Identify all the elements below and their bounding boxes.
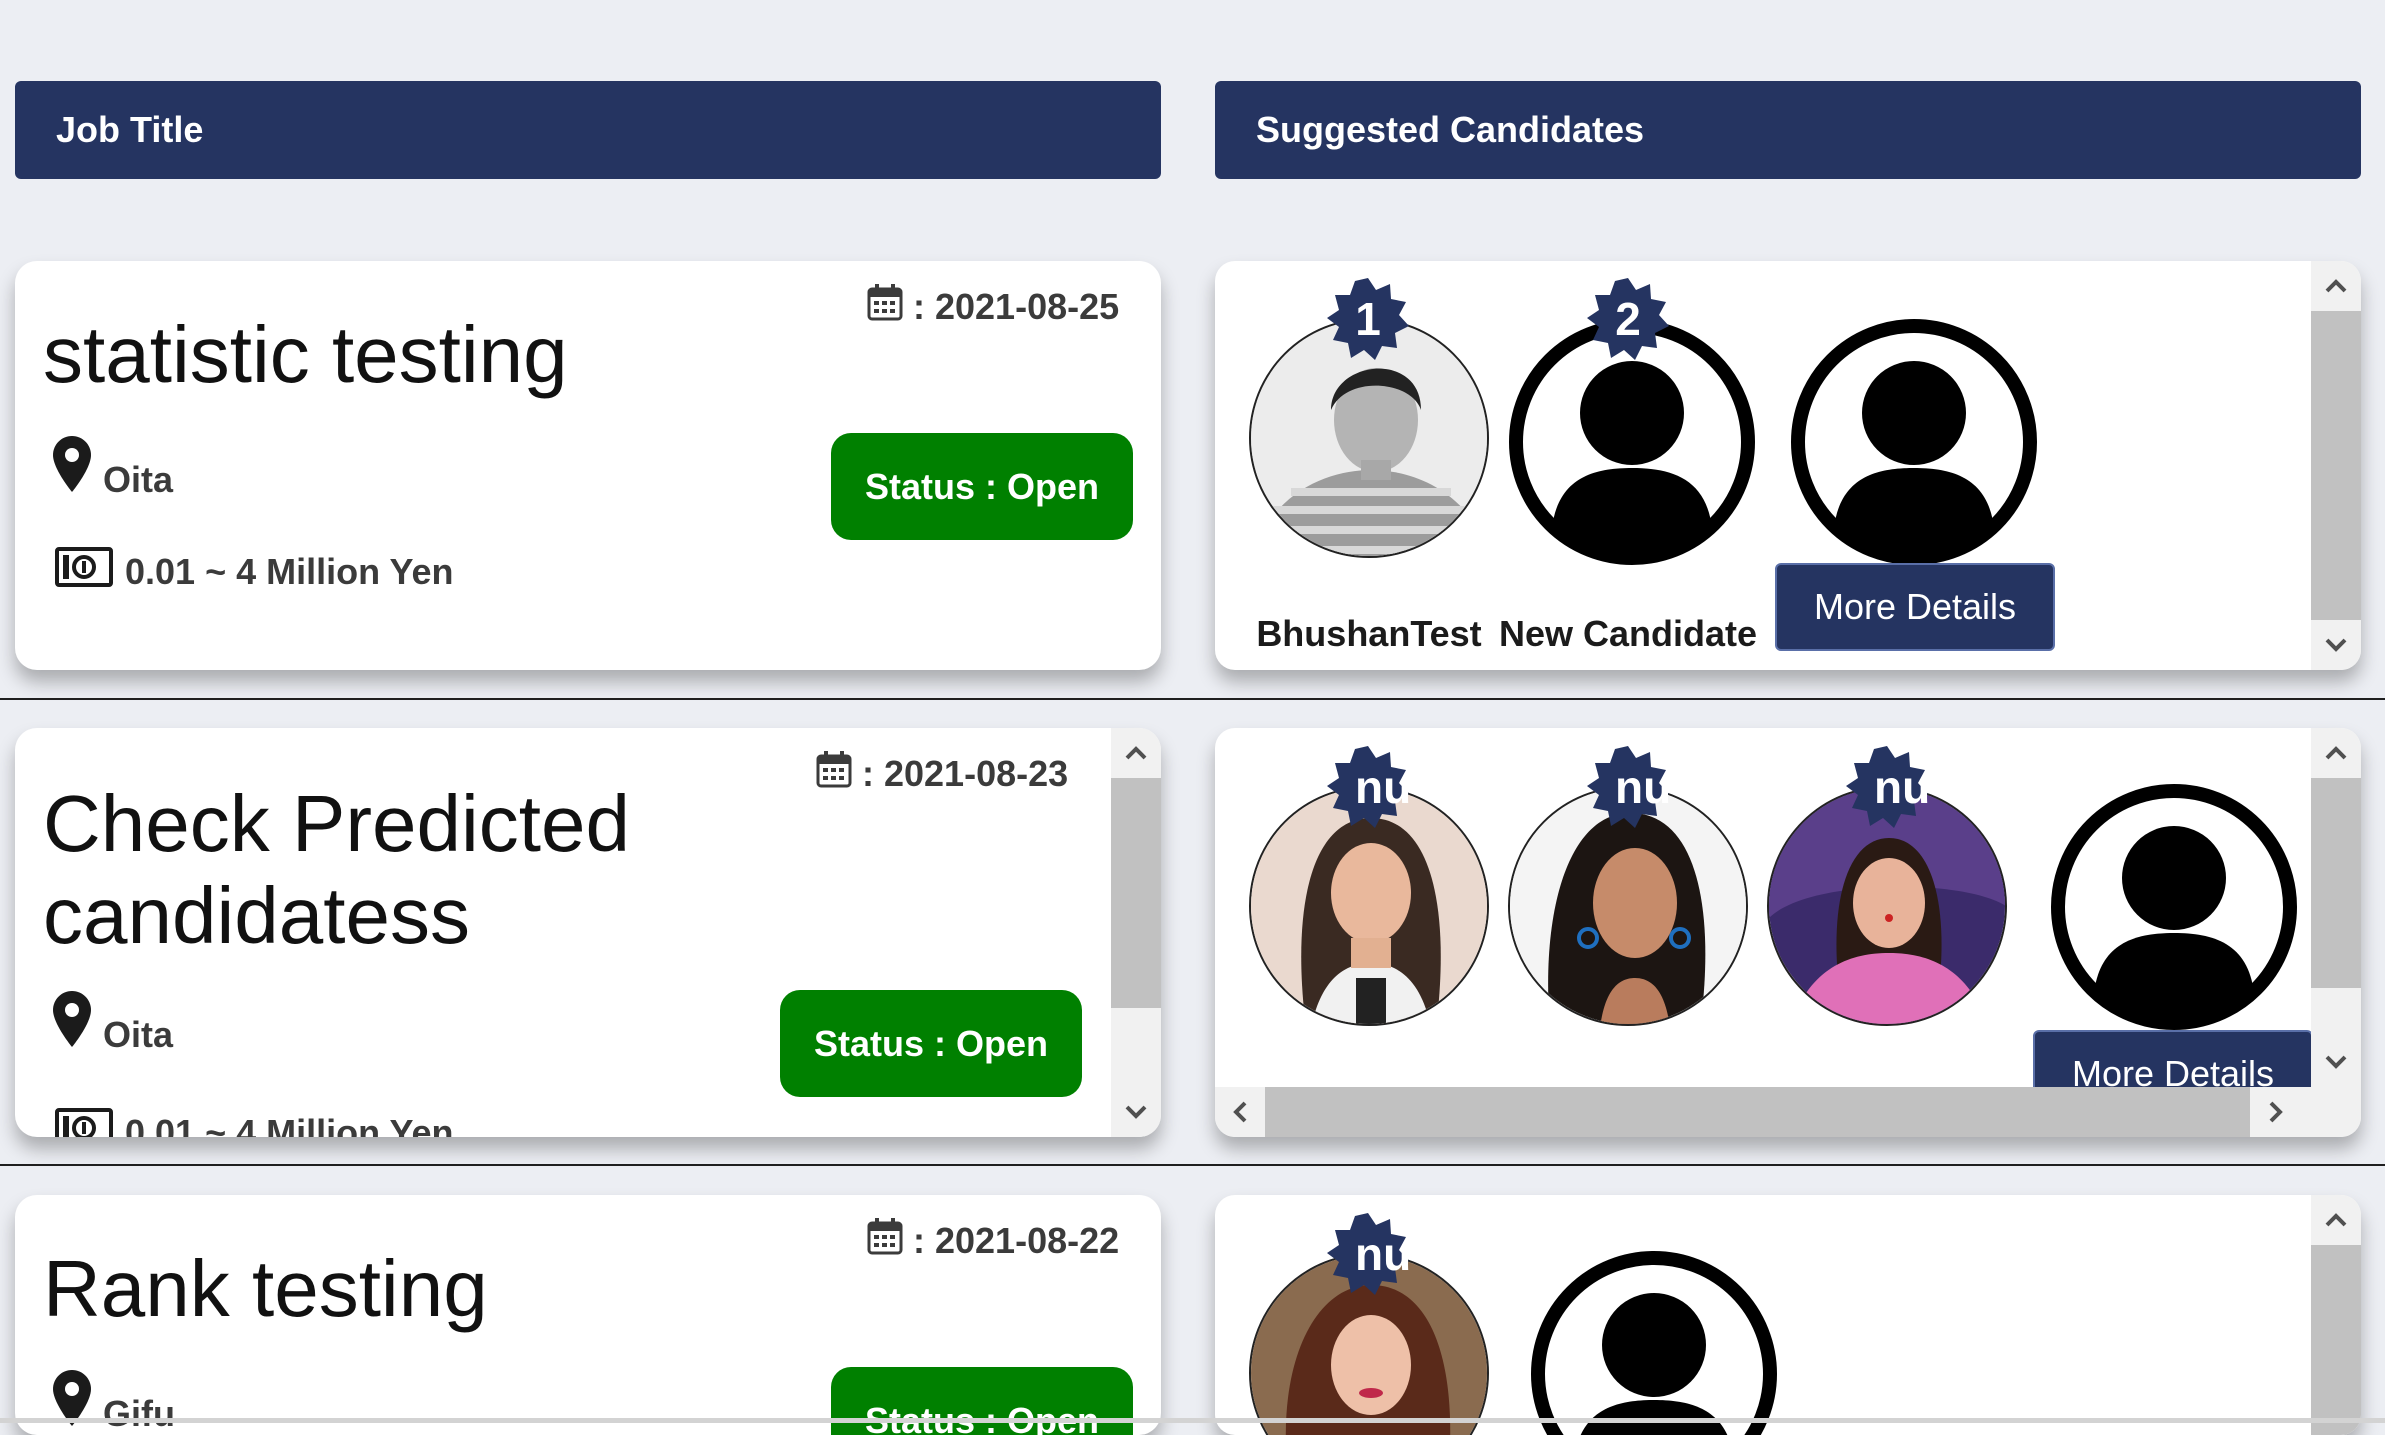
scrollbar-thumb[interactable] xyxy=(2311,311,2361,620)
calendar-icon xyxy=(867,1217,903,1264)
job-location-value: Gifu xyxy=(103,1393,175,1434)
rank-number: null xyxy=(1874,761,1928,813)
calendar-icon xyxy=(867,283,903,330)
map-marker-icon xyxy=(53,1369,91,1435)
user-circle-icon[interactable] xyxy=(1530,1250,1778,1435)
scroll-down-icon[interactable] xyxy=(2311,1037,2361,1087)
more-details-button[interactable]: More Details xyxy=(1775,563,2055,651)
calendar-icon xyxy=(816,750,852,797)
scroll-left-icon[interactable] xyxy=(1215,1087,1265,1137)
rank-number: null xyxy=(1615,761,1669,813)
job-card[interactable]: : 2021-08-23 Check Predicted candidatess… xyxy=(15,728,1161,1137)
scroll-down-icon[interactable] xyxy=(2311,620,2361,670)
scroll-up-icon[interactable] xyxy=(2311,728,2361,778)
job-card[interactable]: : 2021-08-25 statistic testing Oita 0.01… xyxy=(15,261,1161,670)
candidate-name[interactable]: BhushanTest ManeTest xyxy=(1224,606,1514,670)
rank-badge-icon: null xyxy=(1327,1213,1409,1295)
rank-badge-icon: null xyxy=(1327,746,1409,828)
row-divider xyxy=(0,1164,2385,1166)
rank-badge-icon: 2 xyxy=(1587,278,1669,360)
suggested-candidates-header: Suggested Candidates xyxy=(1215,81,2361,179)
vertical-scrollbar[interactable] xyxy=(2311,728,2361,1087)
status-open-button[interactable]: Status : Open xyxy=(780,990,1082,1097)
job-salary-value: 0.01 ~ 4 Million Yen xyxy=(125,1111,454,1138)
rank-number: 2 xyxy=(1615,293,1641,345)
money-bill-icon xyxy=(55,547,113,596)
more-details-button[interactable]: More Details xyxy=(2033,1030,2311,1087)
scroll-up-icon[interactable] xyxy=(2311,1195,2361,1245)
candidates-card: null Diksha null Pranjali null neha xyxy=(1215,728,2361,1137)
candidate-name[interactable]: neha xyxy=(1742,1074,2032,1087)
suggested-candidates-header-label: Suggested Candidates xyxy=(1256,109,1645,150)
rank-badge-icon: null xyxy=(1587,746,1669,828)
candidate-name[interactable]: Diksha xyxy=(1224,1074,1514,1087)
scroll-up-icon[interactable] xyxy=(2311,261,2361,311)
rank-number: 1 xyxy=(1355,293,1381,345)
status-open-button[interactable]: Status : Open xyxy=(831,433,1133,540)
job-salary: 0.01 ~ 4 Million Yen xyxy=(55,1108,453,1137)
candidates-viewport: null Diksha null Pranjali null neha xyxy=(1215,728,2311,1087)
job-salary: 0.01 ~ 4 Million Yen xyxy=(55,547,453,596)
vertical-scrollbar[interactable] xyxy=(1111,728,1161,1137)
job-title-header-label: Job Title xyxy=(56,109,204,150)
scrollbar-thumb[interactable] xyxy=(1111,778,1161,1008)
status-open-button[interactable]: Status : Open xyxy=(831,1367,1133,1435)
scroll-up-icon[interactable] xyxy=(1111,728,1161,778)
map-marker-icon xyxy=(53,990,91,1056)
row-divider xyxy=(0,698,2385,700)
job-location-value: Oita xyxy=(103,459,174,500)
job-date-value: : 2021-08-25 xyxy=(913,285,1120,327)
vertical-scrollbar[interactable] xyxy=(2311,1195,2361,1435)
scrollbar-thumb[interactable] xyxy=(2311,778,2361,988)
scrollbar-thumb[interactable] xyxy=(1265,1087,2250,1137)
rank-number: null xyxy=(1355,1228,1409,1280)
candidate-name[interactable]: New Candidate xyxy=(1483,606,1773,661)
scrollbar-thumb[interactable] xyxy=(2311,1245,2361,1435)
user-circle-icon[interactable] xyxy=(2050,783,2298,1031)
bottom-edge xyxy=(0,1418,2385,1423)
job-title-header: Job Title xyxy=(15,81,1161,179)
job-title[interactable]: statistic testing xyxy=(43,309,568,401)
candidate-name[interactable]: Pranjali xyxy=(1483,1074,1773,1087)
vertical-scrollbar[interactable] xyxy=(2311,261,2361,670)
money-bill-icon xyxy=(55,1108,113,1137)
job-location: Oita xyxy=(53,990,173,1056)
candidates-card: null xyxy=(1215,1195,2361,1435)
map-marker-icon xyxy=(53,435,91,501)
candidates-card: 1 BhushanTest ManeTest 2 New Candidate M… xyxy=(1215,261,2361,670)
scroll-down-icon[interactable] xyxy=(1111,1087,1161,1137)
job-date: : 2021-08-22 xyxy=(867,1217,1119,1264)
job-location: Oita xyxy=(53,435,173,501)
rank-badge-icon: null xyxy=(1846,746,1928,828)
user-circle-icon[interactable] xyxy=(1790,318,2038,566)
job-salary-value: 0.01 ~ 4 Million Yen xyxy=(125,550,454,592)
job-location-value: Oita xyxy=(103,1014,174,1055)
rank-number: null xyxy=(1355,761,1409,813)
job-location: Gifu xyxy=(53,1369,175,1435)
job-date: : 2021-08-25 xyxy=(867,283,1119,330)
horizontal-scrollbar[interactable] xyxy=(1215,1087,2361,1137)
scroll-right-icon[interactable] xyxy=(2251,1087,2301,1137)
job-title[interactable]: Rank testing xyxy=(43,1243,488,1335)
job-date-value: : 2021-08-22 xyxy=(913,1219,1120,1261)
job-date-value: : 2021-08-23 xyxy=(862,752,1069,794)
job-title[interactable]: Check Predicted candidatess xyxy=(43,778,743,962)
job-date: : 2021-08-23 xyxy=(816,750,1068,797)
job-card[interactable]: : 2021-08-22 Rank testing Gifu Status : … xyxy=(15,1195,1161,1435)
rank-badge-icon: 1 xyxy=(1327,278,1409,360)
